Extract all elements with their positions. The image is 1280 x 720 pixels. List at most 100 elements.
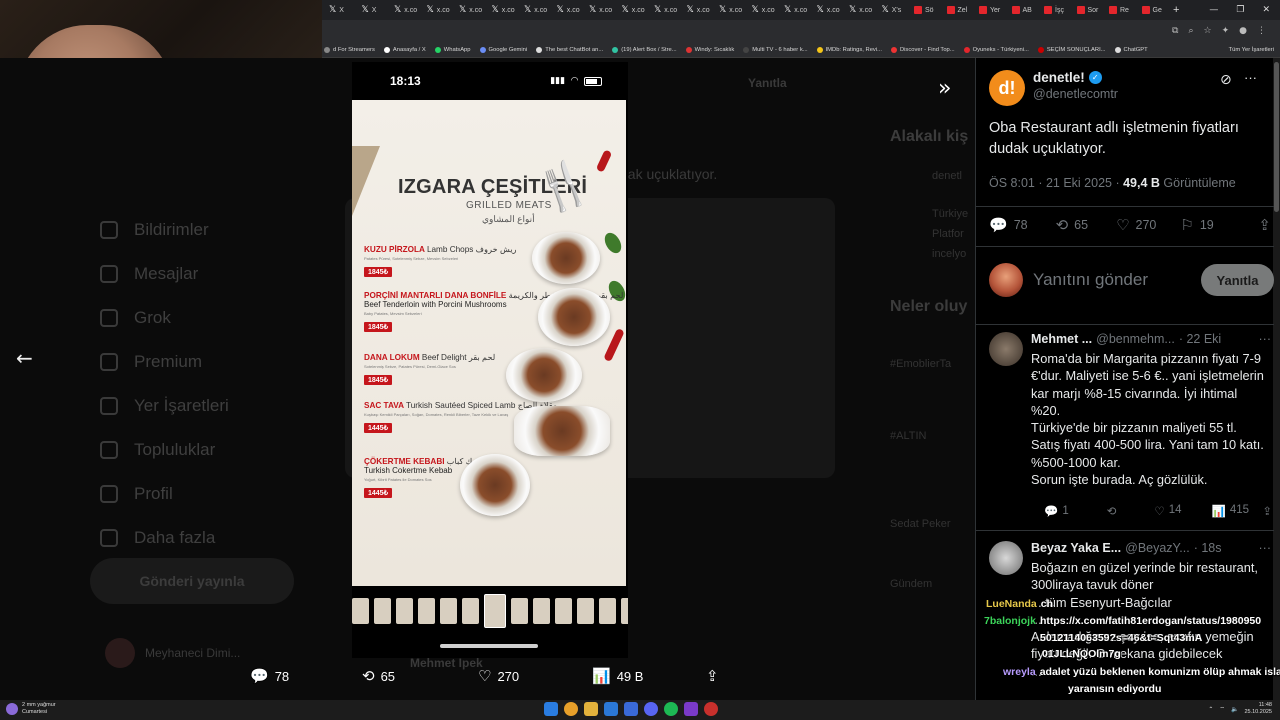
like-button[interactable]: ♡ 270 xyxy=(1116,216,1156,234)
media-thumbnail[interactable] xyxy=(577,598,594,624)
media-thumbnail[interactable] xyxy=(462,598,479,624)
media-share-button[interactable]: ⇪ xyxy=(706,667,719,685)
bookmark-button[interactable]: ⚐ 19 xyxy=(1180,216,1213,234)
star-icon[interactable]: ☆ xyxy=(1204,26,1212,36)
browser-tab[interactable]: 𝕏x.co xyxy=(714,0,747,20)
browser-tab[interactable]: Zel xyxy=(942,0,975,20)
reply-time[interactable]: · 18s xyxy=(1194,541,1222,555)
browser-tab[interactable]: 𝕏X xyxy=(324,0,357,20)
expand-panel-icon[interactable]: » xyxy=(938,76,951,101)
media-thumbnail[interactable] xyxy=(484,594,506,628)
media-thumbnail[interactable] xyxy=(374,598,391,624)
reply-author-handle[interactable]: @BeyazY... xyxy=(1125,541,1190,555)
browser-tab[interactable]: Ge xyxy=(1137,0,1170,20)
grok-icon[interactable]: ⊘ xyxy=(1220,72,1232,88)
browser-tab[interactable]: 𝕏x.co xyxy=(422,0,455,20)
back-arrow-icon[interactable]: ← xyxy=(16,346,33,370)
bookmark-item[interactable]: Discover - Find Top... xyxy=(890,46,955,53)
bookmark-item[interactable]: Google Gemini xyxy=(479,46,527,53)
browser-tab[interactable]: 𝕏x.co xyxy=(844,0,877,20)
bookmark-item[interactable]: Oyuneks - Türkiyeni... xyxy=(963,46,1029,53)
media-thumbnail[interactable] xyxy=(555,598,572,624)
bookmark-item[interactable]: Anasayfa / X xyxy=(383,46,426,53)
maximize-icon[interactable]: ❐ xyxy=(1236,5,1244,15)
media-thumbnail[interactable] xyxy=(621,598,628,624)
browser-tab[interactable]: Yer xyxy=(974,0,1007,20)
reply-author-handle[interactable]: @benmehm... xyxy=(1096,332,1175,346)
browser-tab[interactable]: AB xyxy=(1007,0,1040,20)
browser-tab[interactable]: 𝕏 X's xyxy=(877,0,910,20)
browser-tab[interactable]: 𝕏x.co xyxy=(682,0,715,20)
more-options-icon[interactable]: ··· xyxy=(1259,332,1272,346)
share-icon[interactable]: ⇪ xyxy=(1262,504,1272,518)
minimize-icon[interactable]: — xyxy=(1209,5,1218,15)
media-thumbnail[interactable] xyxy=(440,598,457,624)
bookmark-item[interactable]: The best ChatBot an... xyxy=(536,46,603,53)
media-thumbnail[interactable] xyxy=(511,598,528,624)
tray-chevron-icon[interactable]: ⌃ xyxy=(1208,706,1213,713)
media-thumbnail[interactable] xyxy=(396,598,413,624)
app-icon[interactable] xyxy=(684,702,698,716)
more-options-icon[interactable]: ··· xyxy=(1244,70,1257,85)
browser-tab[interactable]: 𝕏x.co xyxy=(649,0,682,20)
menu-icon[interactable]: ⋮ xyxy=(1257,26,1266,36)
bookmark-item[interactable]: (19) Alert Box / Stre... xyxy=(612,46,677,53)
chrome-icon[interactable] xyxy=(564,702,578,716)
more-options-icon[interactable]: ··· xyxy=(1259,541,1272,555)
reply-item[interactable]: Mehmet ... @benmehm... · 22 Eki ··· Roma… xyxy=(989,332,1272,522)
spotify-icon[interactable] xyxy=(664,702,678,716)
media-reply-button[interactable]: 💬 78 xyxy=(250,667,289,685)
browser-tab[interactable]: İşç xyxy=(1039,0,1072,20)
media-thumbnail[interactable] xyxy=(533,598,550,624)
all-bookmarks[interactable]: Tüm Yer İşaretleri xyxy=(1229,47,1280,53)
reply-button[interactable]: 💬 78 xyxy=(989,216,1028,234)
reply-views-button[interactable]: 📊 415 xyxy=(1211,504,1249,518)
reply-input[interactable]: Yanıtını gönder xyxy=(1033,270,1148,290)
reply-author-name[interactable]: Beyaz Yaka E... xyxy=(1031,541,1121,555)
browser-tab[interactable]: 𝕏x.co xyxy=(454,0,487,20)
reply-author-name[interactable]: Mehmet ... xyxy=(1031,332,1092,346)
app-icon[interactable] xyxy=(624,702,638,716)
close-icon[interactable]: ✕ xyxy=(1262,5,1270,15)
media-repost-button[interactable]: ⟲ 65 xyxy=(362,667,395,685)
current-user-avatar[interactable] xyxy=(989,263,1023,297)
app-icon[interactable] xyxy=(704,702,718,716)
browser-tab[interactable]: 𝕏x.co xyxy=(584,0,617,20)
profile-icon[interactable]: ● xyxy=(1239,26,1247,36)
reply-repost-icon[interactable]: ⟲ xyxy=(1107,504,1117,518)
browser-tab[interactable]: Sor xyxy=(1072,0,1105,20)
media-like-button[interactable]: ♡ 270 xyxy=(478,667,519,685)
clock[interactable]: 11:48 25.10.2025 xyxy=(1244,702,1272,716)
file-explorer-icon[interactable] xyxy=(584,702,598,716)
browser-tab[interactable]: Re xyxy=(1104,0,1137,20)
browser-tab[interactable]: 𝕏x.co xyxy=(487,0,520,20)
extensions-icon[interactable]: ✦ xyxy=(1222,26,1230,36)
reply-avatar[interactable] xyxy=(989,332,1023,366)
browser-tab[interactable]: 𝕏x.co xyxy=(779,0,812,20)
author-name[interactable]: denetle! xyxy=(1033,70,1085,85)
browser-tab[interactable]: Sö xyxy=(909,0,942,20)
weather-widget[interactable]: 2 mm yağmur Cumartesi xyxy=(6,702,56,716)
author-avatar[interactable]: d! xyxy=(989,70,1025,106)
media-thumbnail[interactable] xyxy=(599,598,616,624)
bookmark-item[interactable]: IMDb: Ratings, Revi... xyxy=(816,46,882,53)
reply-reply-button[interactable]: 💬 1 xyxy=(1044,504,1069,518)
media-thumbnail[interactable] xyxy=(418,598,435,624)
bookmark-item[interactable]: Windy: Sıcaklık xyxy=(685,46,734,53)
media-views-button[interactable]: 📊 49 B xyxy=(592,667,643,685)
reply-time[interactable]: · 22 Eki xyxy=(1179,332,1221,346)
media-thumbnail[interactable] xyxy=(352,598,369,624)
reply-avatar[interactable] xyxy=(989,541,1023,575)
author-handle[interactable]: @denetlecomtr xyxy=(1033,87,1118,101)
bookmark-item[interactable]: Multi TV - 6 haber k... xyxy=(743,46,808,53)
zoom-icon[interactable]: ⌕ xyxy=(1188,26,1193,36)
bookmark-item[interactable]: ChatGPT xyxy=(1114,46,1148,53)
browser-tab[interactable]: 𝕏X xyxy=(357,0,390,20)
panel-scrollbar[interactable] xyxy=(1273,58,1280,700)
network-icon[interactable]: ⌔ xyxy=(1219,705,1225,713)
extension-icon[interactable]: ⧉ xyxy=(1172,26,1178,36)
reply-like-button[interactable]: ♡ 14 xyxy=(1154,504,1181,518)
browser-tab[interactable]: 𝕏x.co xyxy=(552,0,585,20)
app-icon[interactable] xyxy=(604,702,618,716)
browser-tab[interactable]: 𝕏x.co xyxy=(519,0,552,20)
